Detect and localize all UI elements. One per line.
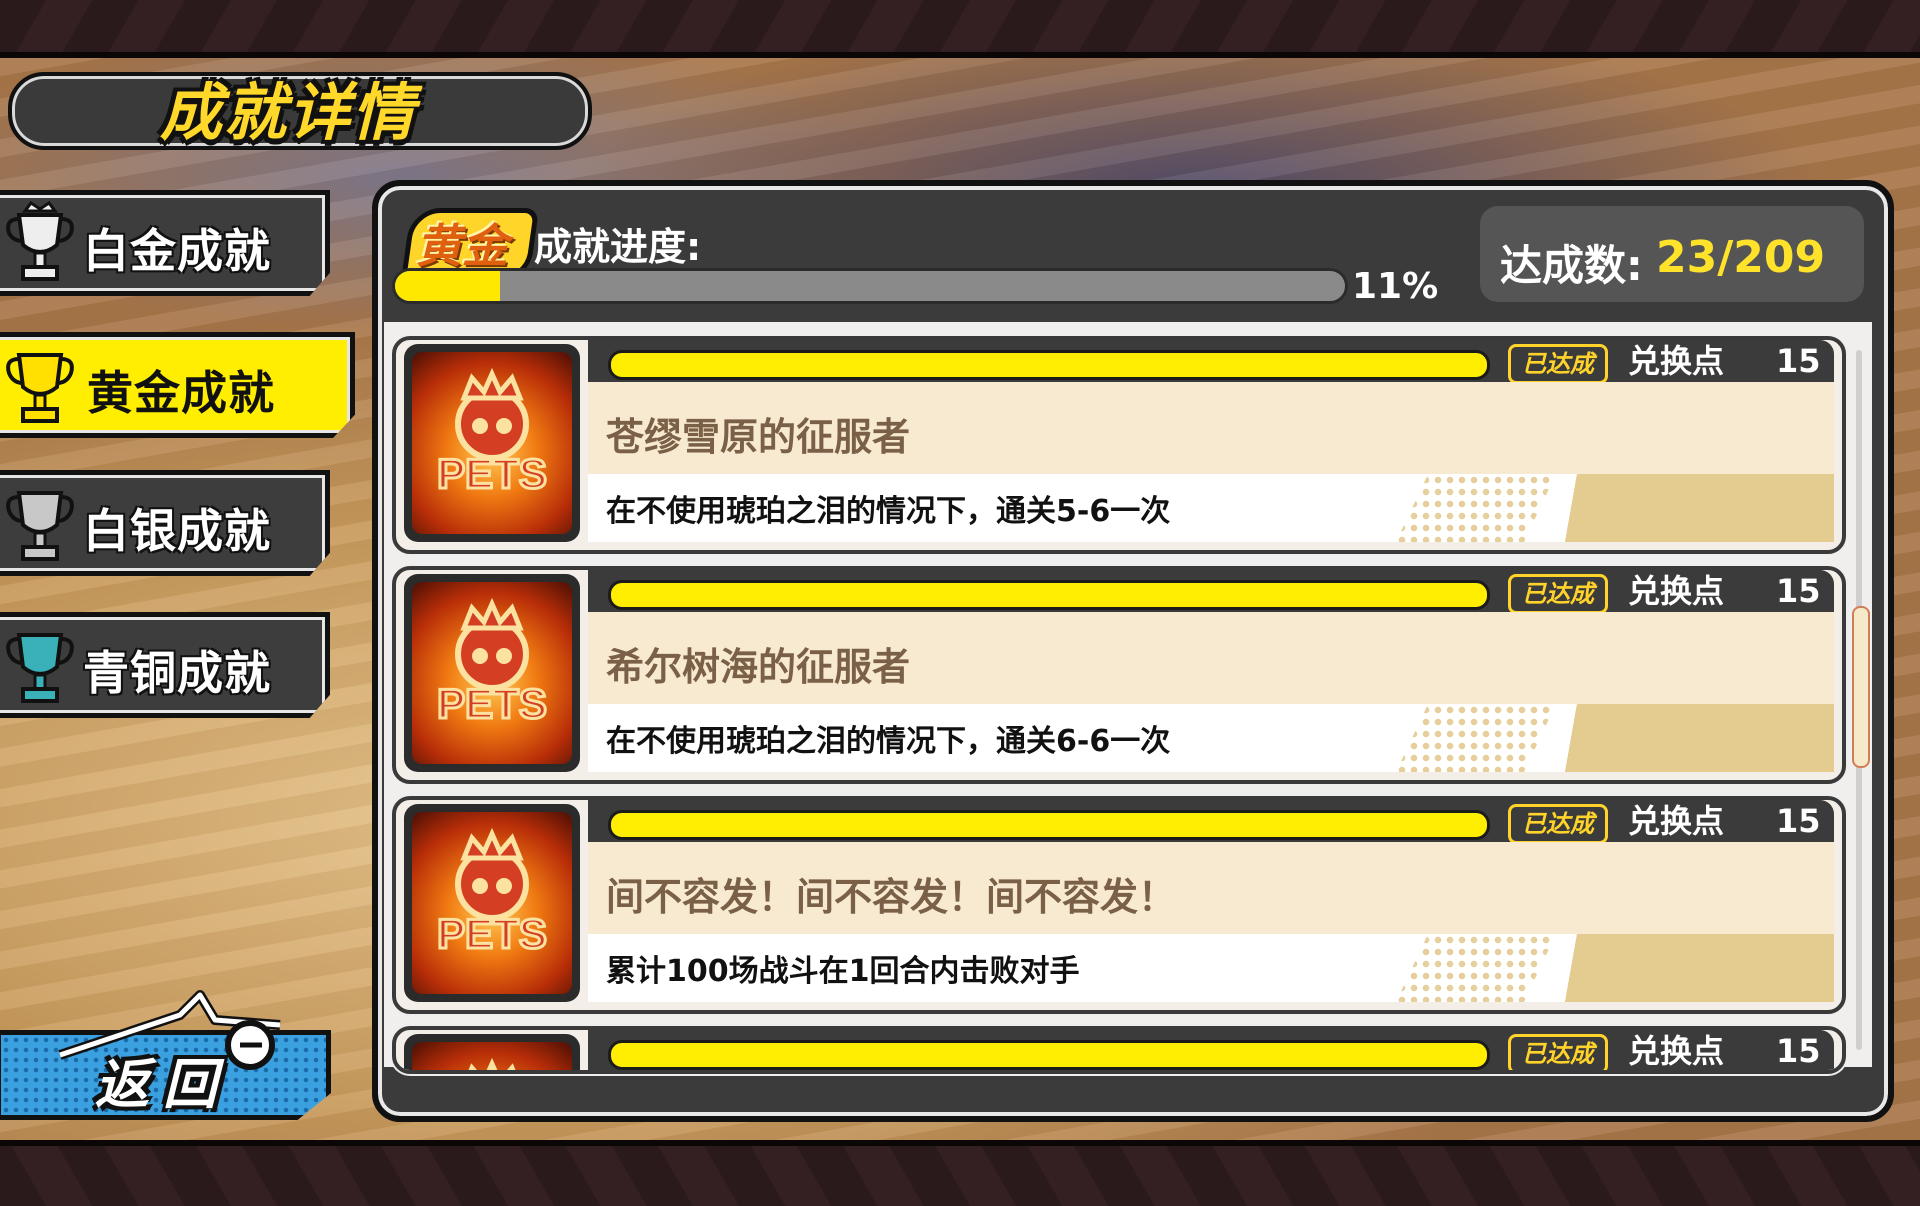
achievement-card[interactable]: PETS 已达成 兑换点 15 希尔树海的征服者 在不使用琥珀之泪的情况下，通关…: [392, 566, 1846, 784]
rank-badge-label: 黄金: [416, 219, 508, 273]
achievement-description: 累计100场战斗在1回合内击败对手: [606, 954, 1080, 989]
points-label: 兑换点: [1628, 572, 1725, 610]
points-label: 兑换点: [1628, 1032, 1725, 1070]
tab-label: 白银成就: [83, 504, 271, 558]
pets-icon-art: PETS: [412, 352, 572, 534]
progress-percent: 11%: [1352, 266, 1439, 307]
pets-logo-icon: PETS: [468, 1057, 516, 1070]
svg-text:PETS: PETS: [437, 910, 547, 957]
achievement-name: 苍缪雪原的征服者: [606, 415, 911, 459]
tab-bronze-achievements[interactable]: 青铜成就: [0, 612, 330, 718]
completed-badge: 已达成: [1508, 344, 1608, 384]
svg-text:PETS: PETS: [437, 680, 547, 727]
pets-icon: PETS: [404, 574, 580, 772]
achievement-description: 在不使用琥珀之泪的情况下，通关5-6一次: [606, 494, 1171, 529]
completion-count-label: 达成数:: [1500, 241, 1643, 290]
pets-logo-icon: PETS: [436, 367, 548, 499]
completed-badge: 已达成: [1508, 804, 1608, 844]
progress-label: 成就进度:: [534, 225, 702, 269]
tab-gold-achievements[interactable]: 黄金成就: [0, 332, 355, 438]
progress-fill: [395, 271, 500, 301]
pets-icon: PETS: [404, 804, 580, 1002]
points-label: 兑换点: [1628, 342, 1725, 380]
achievement-name: 间不容发！间不容发！间不容发！: [606, 875, 1177, 919]
tab-label: 黄金成就: [87, 366, 275, 420]
bronze-trophy-icon: [6, 633, 74, 703]
completion-count-value: 23/209: [1656, 232, 1826, 283]
pets-icon-art: PETS: [412, 582, 572, 764]
bottom-border-band: [0, 1140, 1920, 1206]
card-name-row: [588, 1072, 1834, 1074]
tab-platinum-achievements[interactable]: 白金成就: [0, 190, 330, 296]
silver-trophy-icon: [6, 491, 74, 561]
pets-logo-icon: PETS: [436, 827, 548, 959]
achievement-progress-bar: [608, 350, 1490, 380]
svg-text:PETS: PETS: [437, 450, 547, 497]
achievement-description: 在不使用琥珀之泪的情况下，通关6-6一次: [606, 724, 1171, 759]
points-value: 15: [1776, 802, 1821, 840]
achievement-progress-bar: [608, 810, 1490, 840]
points-value: 15: [1776, 572, 1821, 610]
top-border-band: [0, 0, 1920, 58]
achievement-card[interactable]: PETS 已达成 兑换点 15: [392, 1026, 1846, 1074]
points-value: 15: [1776, 1032, 1821, 1070]
pets-logo-icon: PETS: [436, 597, 548, 729]
achievement-progress-bar: [608, 580, 1490, 610]
completed-badge: 已达成: [1508, 1034, 1608, 1070]
achievement-card[interactable]: PETS 已达成 兑换点 15 间不容发！间不容发！间不容发！ 累计100场战斗…: [392, 796, 1846, 1014]
pets-icon-art: PETS: [412, 1042, 572, 1070]
back-button-label: 返回: [95, 1053, 231, 1116]
platinum-trophy-icon: [6, 201, 74, 281]
tab-silver-achievements[interactable]: 白银成就: [0, 470, 330, 576]
pets-icon: PETS: [404, 344, 580, 542]
points-value: 15: [1776, 342, 1821, 380]
completed-badge: 已达成: [1508, 574, 1608, 614]
achievement-card[interactable]: PETS 已达成 兑换点 15 苍缪雪原的征服者 在不使用琥珀之泪的情况下，通关…: [392, 336, 1846, 554]
achievement-name: 希尔树海的征服者: [606, 645, 911, 689]
achievement-progress-bar: [608, 1040, 1490, 1070]
tab-label: 青铜成就: [83, 646, 271, 700]
pets-icon: PETS: [404, 1034, 580, 1070]
gold-trophy-icon: [6, 353, 74, 423]
page-title: 成就详情: [160, 76, 417, 149]
tab-label: 白金成就: [83, 224, 271, 278]
progress-bar: [392, 268, 1348, 304]
points-label: 兑换点: [1628, 802, 1725, 840]
pets-icon-art: PETS: [412, 812, 572, 994]
scrollbar-thumb[interactable]: [1852, 606, 1870, 768]
